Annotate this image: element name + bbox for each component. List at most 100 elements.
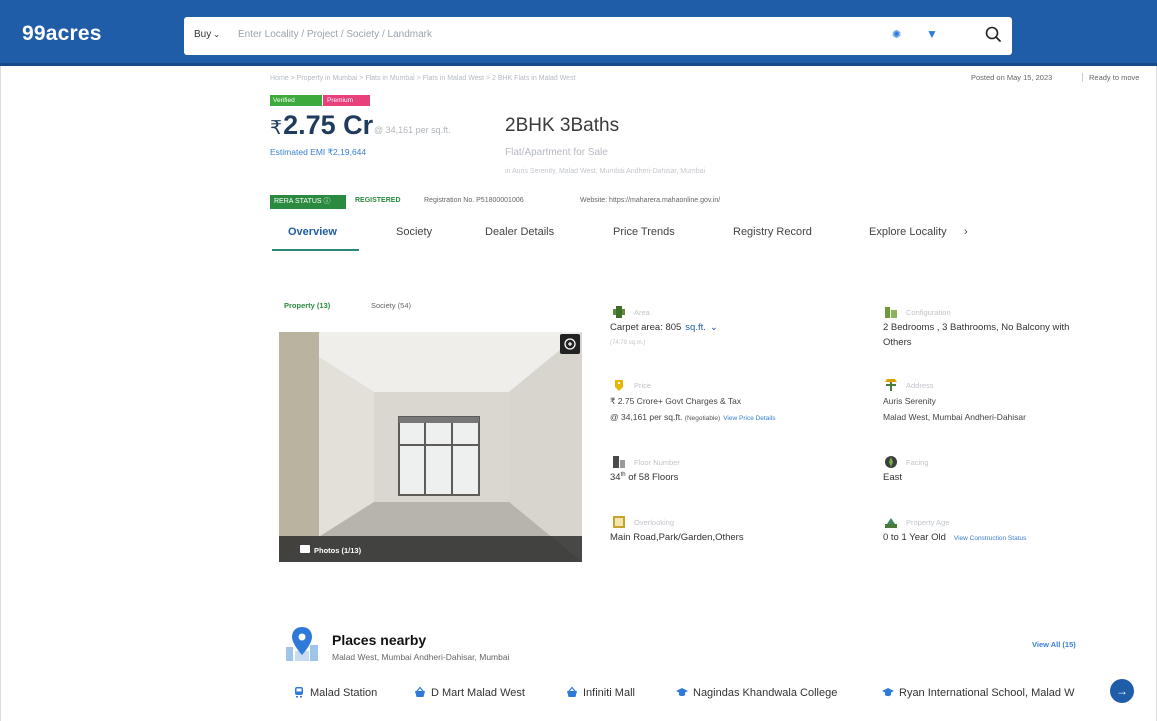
price-label: Price: [634, 381, 652, 390]
buy-label: Buy: [194, 29, 212, 40]
configuration-icon: [885, 307, 897, 318]
listing-title: 2BHK 3Baths: [505, 115, 620, 136]
chevron-right-icon[interactable]: ›: [964, 226, 968, 238]
configuration-value: 2 Bedrooms , 3 Bathrooms, No Balcony wit…: [883, 322, 1070, 333]
search-input[interactable]: Enter Locality / Project / Society / Lan…: [238, 29, 432, 40]
overlooking-value: Main Road,Park/Garden,Others: [610, 532, 744, 543]
place-label: Nagindas Khandwala College: [693, 687, 838, 699]
photos-icon: [300, 545, 310, 553]
configuration-label: Configuration: [906, 308, 951, 317]
facing-value: East: [883, 472, 903, 483]
rera-registration-number: Registration No. P51800001006: [424, 197, 524, 204]
chevron-down-icon[interactable]: ⌄: [710, 322, 718, 333]
view-all-link[interactable]: View All (15): [1032, 640, 1076, 649]
view-construction-status-link[interactable]: View Construction Status: [954, 535, 1027, 542]
place-item[interactable]: Infiniti Mall: [566, 686, 635, 699]
place-label: Infiniti Mall: [583, 687, 635, 699]
graduation-cap-icon: [882, 688, 894, 697]
address-label: Address: [906, 381, 934, 390]
property-photo[interactable]: [279, 332, 582, 562]
places-nearby-subtitle: Malad West, Mumbai Andheri-Dahisar, Mumb…: [332, 652, 510, 662]
tab-overview[interactable]: Overview: [288, 226, 337, 238]
places-nearby-title: Places nearby: [332, 632, 427, 648]
place-item[interactable]: Nagindas Khandwala College: [676, 686, 837, 699]
zoom-icon: [564, 338, 576, 350]
address-society: Auris Serenity: [883, 396, 936, 406]
top-navbar: 99acres Buy ⌄ Enter Locality / Project / …: [0, 0, 1157, 66]
logo[interactable]: 99acres: [22, 22, 102, 46]
photo-count[interactable]: Photos (1/13): [314, 546, 361, 555]
rera-website[interactable]: Website: https://maharera.mahaonline.gov…: [580, 197, 720, 204]
price-per-sqft: @ 34,161 per sq.ft.: [374, 125, 451, 135]
view-price-details-link[interactable]: View Price Details: [723, 415, 775, 422]
property-age-label: Property Age: [906, 518, 950, 527]
tab-society[interactable]: Society: [396, 226, 432, 238]
possession-status: Ready to move: [1082, 73, 1139, 82]
verified-badge: Verified: [270, 95, 322, 106]
breadcrumb[interactable]: Home > Property in Mumbai > Flats in Mum…: [270, 75, 576, 82]
carpet-area: Carpet area: 805: [610, 322, 682, 333]
rera-status-badge[interactable]: RERA STATUS ⓘ: [270, 195, 346, 209]
shopping-basket-icon: [567, 686, 577, 697]
mic-icon[interactable]: ▼: [926, 27, 938, 41]
tab-explore-locality[interactable]: Explore Locality: [869, 226, 947, 238]
premium-badge: Premium: [323, 95, 370, 106]
zoom-button[interactable]: [560, 334, 580, 354]
shopping-basket-icon: [415, 686, 425, 697]
area-label: Area: [634, 308, 650, 317]
price-tag-icon: [615, 380, 623, 391]
floor-value: 34th of 58 Floors: [610, 472, 678, 483]
photo-tab-property[interactable]: Property (13): [284, 301, 330, 310]
overlooking-icon: [613, 516, 625, 528]
section-tabs: Overview Society Dealer Details Price Tr…: [270, 225, 990, 253]
property-age-value: 0 to 1 Year Old View Construction Status: [883, 532, 1026, 543]
unit-selector[interactable]: sq.ft.: [685, 322, 706, 333]
price-value: 2.75 Cr: [283, 110, 374, 140]
place-label: D Mart Malad West: [431, 687, 525, 699]
property-age-icon: [885, 518, 897, 528]
price-sqft: @ 34,161 per sq.ft.: [610, 412, 683, 422]
emi-link[interactable]: Estimated EMI ₹2,19,644: [270, 147, 366, 158]
photo-tab-society[interactable]: Society (54): [371, 301, 411, 310]
place-item[interactable]: D Mart Malad West: [414, 686, 525, 699]
chevron-down-icon: ⌄: [213, 30, 220, 39]
place-label: Malad Station: [310, 687, 378, 699]
buy-dropdown[interactable]: Buy ⌄: [194, 29, 220, 40]
property-address: in Auris Serenity, Malad West, Mumbai An…: [505, 168, 706, 175]
compass-icon: [885, 456, 897, 468]
overlooking-label: Overlooking: [634, 518, 675, 527]
facing-label: Facing: [906, 458, 929, 467]
map-pin-icon: [286, 627, 318, 661]
place-label: Ryan International School, Malad W: [899, 687, 1075, 699]
configuration-value-2: Others: [883, 337, 912, 348]
room-illustration: [279, 332, 582, 562]
rera-registered: REGISTERED: [355, 197, 401, 204]
scroll-right-button[interactable]: →: [1110, 679, 1134, 703]
floor-number: 34: [610, 472, 621, 484]
tab-dealer-details[interactable]: Dealer Details: [485, 226, 554, 238]
floor-icon: [613, 456, 625, 468]
tab-price-trends[interactable]: Price Trends: [613, 226, 675, 238]
age-text: 0 to 1 Year Old: [883, 532, 946, 543]
tab-registry-record[interactable]: Registry Record: [733, 226, 812, 238]
address-locality: Malad West, Mumbai Andheri-Dahisar: [883, 412, 1026, 422]
location-icon[interactable]: ✺: [892, 28, 901, 41]
area-sqm: (74.79 sq.m.): [610, 340, 646, 346]
price: ₹2.75 Cr: [270, 110, 373, 141]
arrow-right-icon: →: [1116, 684, 1128, 698]
area-value: Carpet area: 805 sq.ft. ⌄: [610, 322, 718, 333]
rera-status-label: RERA STATUS: [274, 198, 322, 205]
currency-symbol: ₹: [270, 118, 283, 139]
search-bar[interactable]: Buy ⌄ Enter Locality / Project / Society …: [184, 17, 1012, 55]
place-item[interactable]: Malad Station: [293, 686, 377, 699]
address-icon: [885, 379, 897, 391]
price-per-sqft-detail: @ 34,161 per sq.ft. (Negotiable) View Pri…: [610, 412, 775, 422]
search-icon[interactable]: [980, 22, 1006, 48]
info-icon: ⓘ: [323, 198, 331, 205]
floor-label: Floor Number: [634, 458, 680, 467]
active-tab-indicator: [272, 249, 359, 251]
area-icon: [613, 306, 625, 318]
property-type: Flat/Apartment for Sale: [505, 147, 608, 158]
price-value-detail: ₹ 2.75 Crore+ Govt Charges & Tax: [610, 396, 742, 406]
place-item[interactable]: Ryan International School, Malad W: [882, 686, 1074, 699]
